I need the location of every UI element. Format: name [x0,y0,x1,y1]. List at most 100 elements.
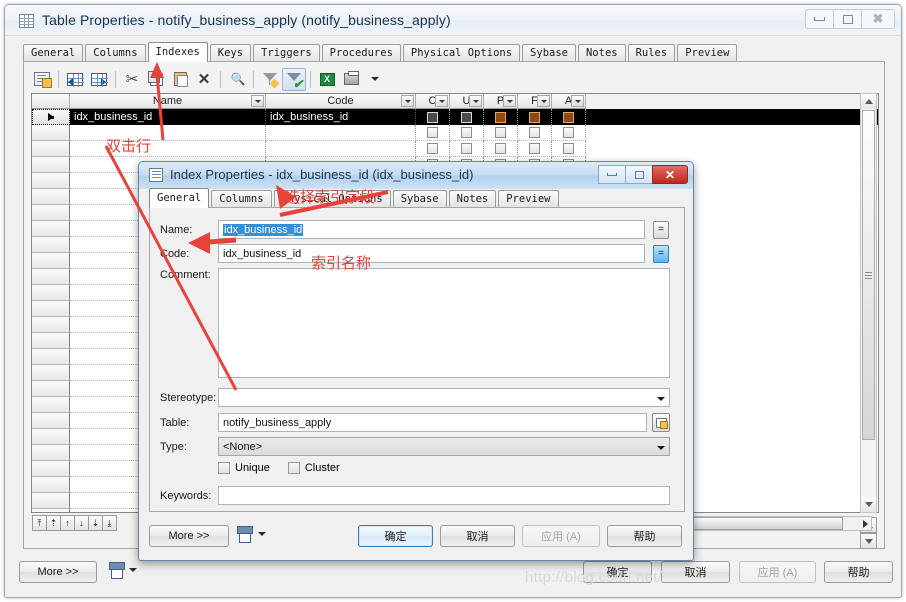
cell-checkbox[interactable] [563,143,574,154]
dialog-help-button[interactable]: 帮助 [607,525,682,547]
print-dropdown-button[interactable] [363,68,387,91]
delete-button[interactable]: ✕ [192,68,216,91]
scroll-up-button[interactable] [861,94,876,109]
row-header-cell[interactable] [32,205,70,221]
nav-prev-page-button[interactable]: ⇡ [46,515,61,531]
properties-button[interactable] [30,68,54,91]
row-header-cell[interactable] [32,109,70,125]
row-header-cell[interactable] [32,461,70,477]
grid-cell-a[interactable] [552,109,586,125]
tab-general[interactable]: General [23,44,84,61]
dialog-close-button[interactable]: ✕ [652,165,688,184]
row-header-cell[interactable] [32,477,70,493]
unique-checkbox[interactable]: Unique [218,462,270,474]
row-header-cell[interactable] [32,381,70,397]
column-filter-dropdown-icon[interactable] [251,95,264,107]
cell-checkbox[interactable] [495,127,506,138]
grid-cell-u[interactable] [450,109,484,125]
window-more-button[interactable]: More >> [19,561,97,583]
cell-checkbox[interactable] [529,143,540,154]
grid-cell-c[interactable] [416,141,450,157]
comment-textarea[interactable] [218,268,670,378]
column-filter-dropdown-icon[interactable] [469,95,482,107]
copy-button[interactable] [144,68,168,91]
tab-keys[interactable]: Keys [209,44,252,61]
grid-cell-p[interactable] [484,125,518,141]
type-select[interactable]: <None> [218,437,670,456]
table-row[interactable]: idx_business_id idx_business_id [32,109,878,125]
cell-checkbox[interactable] [495,111,506,123]
window-save-dropdown[interactable] [109,562,137,579]
scroll-down-button[interactable] [861,497,876,512]
cluster-checkbox[interactable]: Cluster [287,462,340,474]
row-header-cell[interactable] [32,445,70,461]
dialog-minimize-button[interactable] [598,165,626,184]
add-row-button[interactable] [87,68,111,91]
tab-sybase[interactable]: Sybase [522,44,576,61]
nav-next-record-button[interactable]: ↓ [74,515,89,531]
grid-column-header-c[interactable]: C [416,94,450,109]
code-input[interactable]: idx_business_id [218,244,645,263]
grid-column-header-code[interactable]: Code [266,94,416,109]
grid-column-header-name[interactable]: Name [70,94,266,109]
cell-checkbox[interactable] [529,111,540,123]
grid-cell-f[interactable] [518,125,552,141]
grid-cell-f[interactable] [518,141,552,157]
cell-checkbox[interactable] [461,143,472,154]
window-cancel-button[interactable]: 取消 [661,561,730,583]
dialog-tab-physical-options[interactable]: Physical Options [273,190,391,207]
grid-cell-p[interactable] [484,141,518,157]
cell-checkbox[interactable] [427,143,438,154]
cell-checkbox[interactable] [427,127,438,138]
name-equals-button[interactable]: = [653,220,669,239]
grid-cell-code[interactable] [266,141,416,157]
grid-cell-a[interactable] [552,125,586,141]
row-header-cell[interactable] [32,365,70,381]
grid-column-header-u[interactable]: U [450,94,484,109]
paste-button[interactable] [168,68,192,91]
grid-scroll-down-nav[interactable] [860,533,877,549]
table-input[interactable]: notify_business_apply [218,413,647,432]
scrollbar-thumb[interactable] [862,110,875,440]
row-header-cell[interactable] [32,317,70,333]
dialog-ok-button[interactable]: 确定 [358,525,433,547]
row-header-cell[interactable] [32,397,70,413]
browse-table-button[interactable] [652,413,670,432]
column-filter-dropdown-icon[interactable] [571,95,584,107]
tab-physical-options[interactable]: Physical Options [402,44,521,61]
grid-vertical-scrollbar[interactable] [860,93,877,513]
grid-column-header-gutter[interactable] [32,94,70,109]
tab-preview[interactable]: Preview [677,44,738,61]
row-header-cell[interactable] [32,189,70,205]
dialog-more-button[interactable]: More >> [149,525,229,547]
window-help-button[interactable]: 帮助 [824,561,893,583]
row-header-cell[interactable] [32,285,70,301]
column-filter-dropdown-icon[interactable] [435,95,448,107]
tab-columns[interactable]: Columns [85,44,146,61]
cell-checkbox[interactable] [461,127,472,138]
row-header-cell[interactable] [32,429,70,445]
grid-cell-p[interactable] [484,109,518,125]
dialog-tab-columns[interactable]: Columns [211,190,272,207]
print-button[interactable] [339,68,363,91]
column-filter-dropdown-icon[interactable] [537,95,550,107]
grid-cell-a[interactable] [552,141,586,157]
dialog-tab-notes[interactable]: Notes [448,190,497,207]
cut-button[interactable]: ✂ [120,68,144,91]
dialog-save-dropdown[interactable] [237,526,266,543]
row-header-cell[interactable] [32,237,70,253]
column-filter-dropdown-icon[interactable] [401,95,414,107]
row-header-cell[interactable] [32,221,70,237]
cell-checkbox[interactable] [563,111,574,123]
code-equals-button[interactable]: = [653,244,669,263]
grid-cell-u[interactable] [450,141,484,157]
export-excel-button[interactable]: X [315,68,339,91]
grid-cell-c[interactable] [416,125,450,141]
cell-checkbox[interactable] [461,111,472,123]
hscrollbar-thumb[interactable] [673,517,843,530]
row-header-cell[interactable] [32,413,70,429]
grid-cell-c[interactable] [416,109,450,125]
grid-cell-u[interactable] [450,125,484,141]
tab-triggers[interactable]: Triggers [253,44,320,61]
row-header-cell[interactable] [32,269,70,285]
